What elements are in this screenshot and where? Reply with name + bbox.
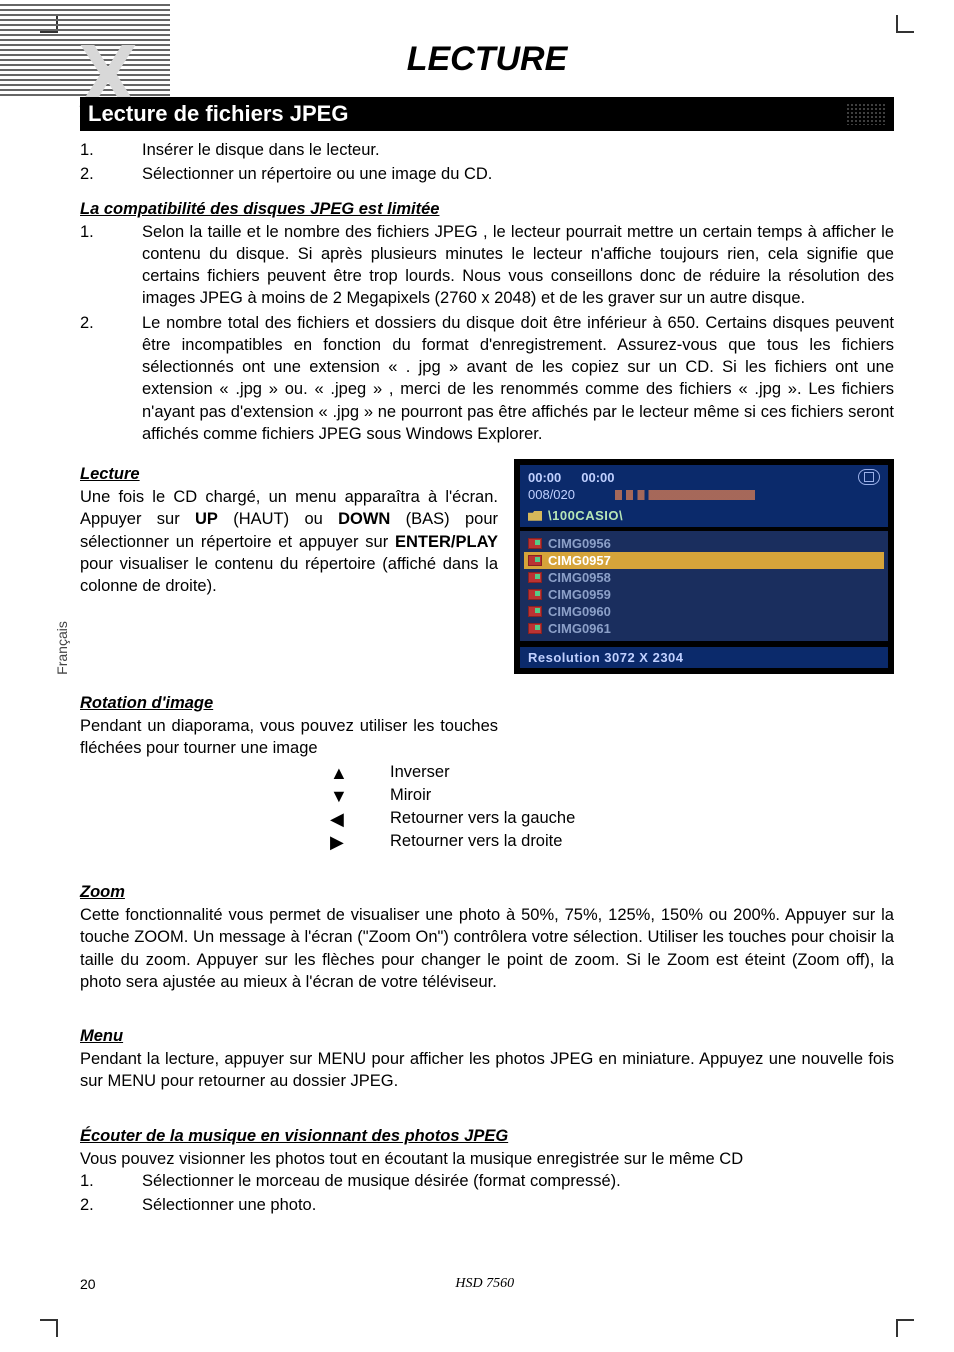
list-text: Sélectionner le morceau de musique désir… bbox=[142, 1170, 894, 1192]
rotation-paragraph: Pendant un diaporama, vous pouvez utilis… bbox=[80, 715, 498, 760]
folder-name: \100CASIO\ bbox=[548, 508, 623, 523]
subsection-heading: Lecture bbox=[80, 465, 498, 484]
open-folder-icon bbox=[528, 511, 542, 521]
file-list: CIMG0956 CIMG0957 CIMG0958 CIMG0959 CIMG… bbox=[520, 531, 888, 641]
list-text: Sélectionner une photo. bbox=[142, 1194, 894, 1216]
thumbnail-icon bbox=[528, 555, 542, 566]
file-row: CIMG0956 bbox=[524, 535, 884, 552]
thumbnail-icon bbox=[528, 572, 542, 583]
subsection-heading: Menu bbox=[80, 1027, 894, 1046]
thumbnail-icon bbox=[528, 538, 542, 549]
model-label: HSD 7560 bbox=[96, 1276, 874, 1292]
file-row: CIMG0961 bbox=[524, 620, 884, 637]
file-row: CIMG0958 bbox=[524, 569, 884, 586]
list-text: Sélectionner un répertoire ou une image … bbox=[142, 163, 894, 185]
list-number: 2. bbox=[80, 1194, 142, 1216]
dot-pattern-icon bbox=[846, 103, 886, 125]
list-text: Insérer le disque dans le lecteur. bbox=[142, 139, 894, 161]
section-heading-bar: Lecture de fichiers JPEG bbox=[80, 97, 894, 131]
arrow-up-icon: ▲ bbox=[330, 763, 390, 784]
arrow-label: Retourner vers la gauche bbox=[390, 809, 575, 830]
stop-icon bbox=[858, 469, 880, 485]
progress-bars-icon bbox=[615, 490, 755, 500]
subsection-heading: Écouter de la musique en visionnant des … bbox=[80, 1127, 894, 1146]
crop-mark bbox=[896, 15, 914, 33]
thumbnail-icon bbox=[528, 623, 542, 634]
subsection-heading: Rotation d'image bbox=[80, 694, 498, 713]
arrow-label: Inverser bbox=[390, 763, 450, 784]
list-number: 2. bbox=[80, 163, 142, 185]
thumbnail-icon bbox=[528, 589, 542, 600]
resolution-label: Resolution 3072 X 2304 bbox=[520, 647, 888, 668]
arrow-label: Retourner vers la droite bbox=[390, 832, 562, 853]
arrow-right-icon: ▶ bbox=[330, 832, 390, 853]
list-number: 1. bbox=[80, 139, 142, 161]
page-number: 20 bbox=[80, 1276, 96, 1292]
time-elapsed: 00:00 bbox=[528, 470, 561, 485]
list-number: 1. bbox=[80, 221, 142, 310]
player-screenshot: 00:00 00:00 008/020 \100CASIO\ CIMG0956 bbox=[514, 459, 894, 674]
time-total: 00:00 bbox=[581, 470, 614, 485]
arrow-label: Miroir bbox=[390, 786, 431, 807]
music-intro: Vous pouvez visionner les photos tout en… bbox=[80, 1148, 894, 1170]
music-list: 1.Sélectionner le morceau de musique dés… bbox=[80, 1170, 894, 1217]
arrow-down-icon: ▼ bbox=[330, 786, 390, 807]
arrow-left-icon: ◀ bbox=[330, 809, 390, 830]
language-tab: Français bbox=[54, 621, 70, 675]
list-number: 2. bbox=[80, 312, 142, 446]
file-row: CIMG0959 bbox=[524, 586, 884, 603]
zoom-paragraph: Cette fonctionnalité vous permet de visu… bbox=[80, 904, 894, 993]
page-title: LECTURE bbox=[80, 40, 894, 79]
thumbnail-icon bbox=[528, 606, 542, 617]
list-text: Selon la taille et le nombre des fichier… bbox=[142, 221, 894, 310]
subsection-heading: Zoom bbox=[80, 883, 894, 902]
crop-mark bbox=[896, 1319, 914, 1337]
file-row: CIMG0960 bbox=[524, 603, 884, 620]
page-footer: 20 HSD 7560 bbox=[80, 1276, 894, 1292]
crop-mark bbox=[40, 1319, 58, 1337]
file-row: CIMG0957 bbox=[524, 552, 884, 569]
list-text: Le nombre total des fichiers et dossiers… bbox=[142, 312, 894, 446]
list-number: 1. bbox=[80, 1170, 142, 1192]
section-heading: Lecture de fichiers JPEG bbox=[88, 101, 348, 127]
subsection-heading: La compatibilité des disques JPEG est li… bbox=[80, 200, 894, 219]
lecture-paragraph: Une fois le CD chargé, un menu apparaîtr… bbox=[80, 486, 498, 597]
arrow-key-table: ▲Inverser ▼Miroir ◀Retourner vers la gau… bbox=[330, 763, 894, 853]
file-counter: 008/020 bbox=[528, 487, 575, 502]
intro-list: 1.Insérer le disque dans le lecteur. 2.S… bbox=[80, 139, 894, 186]
compat-list: 1.Selon la taille et le nombre des fichi… bbox=[80, 221, 894, 446]
menu-paragraph: Pendant la lecture, appuyer sur MENU pou… bbox=[80, 1048, 894, 1093]
